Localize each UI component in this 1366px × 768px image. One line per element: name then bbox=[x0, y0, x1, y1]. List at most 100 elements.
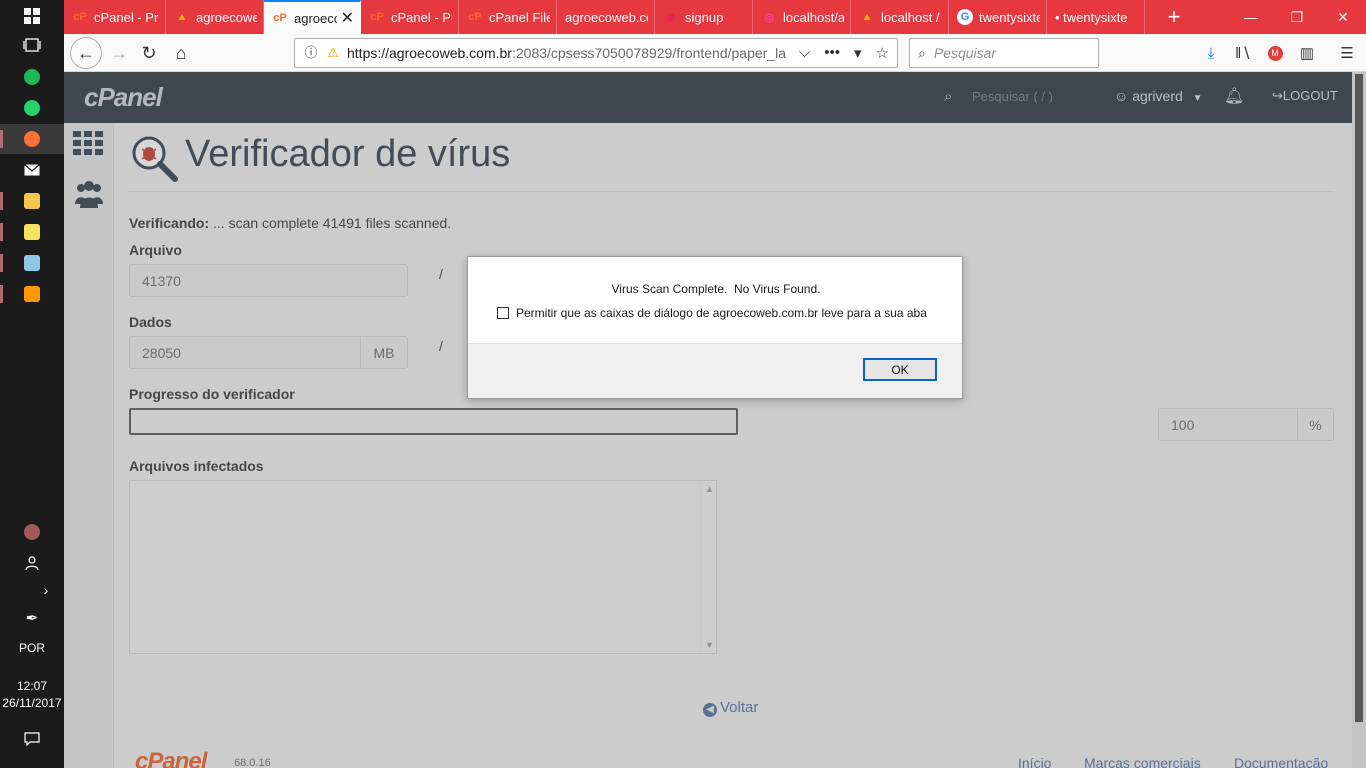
taskbar-whatsapp[interactable] bbox=[0, 93, 64, 123]
tab-label: agroecc bbox=[294, 10, 337, 26]
tab-3[interactable]: cP cPanel - Pr bbox=[361, 0, 459, 34]
page-actions-icon[interactable]: ••• bbox=[824, 44, 840, 62]
taskbar-explorer[interactable] bbox=[0, 186, 64, 216]
minimize-button[interactable]: — bbox=[1228, 0, 1274, 34]
taskbar-mail[interactable] bbox=[0, 155, 64, 185]
clock-date[interactable]: 26/11/2017 bbox=[0, 696, 64, 710]
close-window-button[interactable]: ✕ bbox=[1320, 0, 1366, 34]
tab-2-active[interactable]: cP agroecc ✕ bbox=[264, 0, 361, 34]
library-button[interactable]: ‖∖ bbox=[1232, 42, 1254, 64]
checkbox-box[interactable] bbox=[497, 307, 509, 319]
downloads-button[interactable]: ⤓ bbox=[1200, 42, 1222, 64]
url-bar[interactable]: ⓘ ⚠ https://agroecoweb.com.br:2083/cpses… bbox=[294, 38, 898, 68]
tab-label: cPanel - Pr bbox=[391, 9, 452, 25]
taskbar-sticky-notes[interactable] bbox=[0, 217, 64, 247]
arrow-left-icon: ← bbox=[77, 42, 95, 63]
extension-button[interactable]: M bbox=[1264, 42, 1286, 64]
firefox-icon bbox=[24, 131, 40, 147]
cpanel-icon: cP bbox=[73, 11, 87, 23]
close-tab-icon[interactable]: ✕ bbox=[341, 8, 354, 28]
notification-icon bbox=[24, 732, 40, 746]
cpanel-icon: cP bbox=[370, 11, 384, 23]
taskbar-show-hidden-icons[interactable]: › bbox=[0, 575, 64, 605]
url-path: :2083/cpsess7050078929/frontend/paper_la bbox=[511, 45, 786, 61]
instagram-icon: ◎ bbox=[764, 11, 774, 24]
arrow-right-icon: → bbox=[110, 42, 128, 63]
tab-1[interactable]: ▲ agroecowe bbox=[166, 0, 264, 34]
action-center-button[interactable] bbox=[0, 724, 64, 754]
bookmark-star-icon[interactable]: ☆ bbox=[876, 44, 889, 62]
chevron-right-icon: › bbox=[43, 582, 49, 598]
tab-4[interactable]: cP cPanel File bbox=[459, 0, 557, 34]
info-icon[interactable]: ⓘ bbox=[303, 45, 319, 61]
navigation-toolbar: ← → ↻ ⌂ ⓘ ⚠ https://agroecoweb.com.br:20… bbox=[64, 34, 1366, 72]
dialog-message: Virus Scan Complete. No Virus Found. bbox=[611, 282, 821, 296]
forward-button[interactable]: → bbox=[104, 38, 134, 68]
taskbar-user-avatar[interactable] bbox=[0, 517, 64, 547]
close-icon: ✕ bbox=[1337, 8, 1349, 25]
tab-9[interactable]: Gtwentysixte bbox=[949, 0, 1047, 34]
plus-icon: + bbox=[1167, 4, 1181, 29]
tab-label: cPanel File bbox=[489, 9, 550, 25]
taskbar-sublime[interactable] bbox=[0, 279, 64, 309]
lock-warning-icon[interactable]: ⚠ bbox=[325, 45, 341, 61]
tab-label: cPanel - Pr bbox=[94, 9, 159, 25]
cpanel-icon: cP bbox=[273, 12, 287, 24]
input-language[interactable]: POR bbox=[0, 641, 64, 655]
ok-button[interactable]: OK bbox=[863, 358, 937, 381]
dialog-footer: OK bbox=[468, 343, 962, 398]
tab-7[interactable]: ◎ localhost/a bbox=[753, 0, 851, 34]
hamburger-icon: ☰ bbox=[1340, 45, 1354, 62]
warning-icon: ▲ bbox=[176, 11, 188, 23]
home-icon: ⌂ bbox=[175, 42, 187, 63]
restore-button[interactable]: ❐ bbox=[1274, 0, 1320, 34]
tab-label: agroecowe bbox=[196, 9, 257, 25]
tab-strip: cP cPanel - Pr ▲ agroecowe cP agroecc ✕ cP cP… bbox=[64, 0, 1366, 34]
windows-taskbar: › ✒ POR 12:07 26/11/2017 bbox=[0, 0, 64, 768]
warning-icon: ▲ bbox=[861, 11, 873, 23]
home-button[interactable]: ⌂ bbox=[166, 38, 196, 68]
minimize-icon: — bbox=[1244, 9, 1258, 25]
allow-dialogs-checkbox[interactable]: Permitir que as caixas de diálogo de agr… bbox=[497, 306, 927, 320]
people-icon bbox=[25, 556, 39, 571]
task-view-button[interactable] bbox=[0, 30, 64, 60]
whatsapp-icon bbox=[24, 100, 40, 116]
avatar bbox=[24, 524, 40, 540]
search-icon: ⌕ bbox=[918, 44, 926, 61]
tab-label: twentysixte bbox=[979, 9, 1040, 25]
modal-backdrop bbox=[64, 72, 1366, 768]
taskbar-pen[interactable]: ✒ bbox=[0, 603, 64, 633]
taskbar-firefox[interactable] bbox=[0, 124, 64, 154]
cpanel-icon: cP bbox=[468, 11, 482, 23]
checkbox-label: Permitir que as caixas de diálogo de agr… bbox=[516, 306, 927, 320]
new-tab-button[interactable]: + bbox=[1162, 0, 1186, 34]
tab-6[interactable]: ❀ signup bbox=[655, 0, 753, 34]
sticky-notes-icon bbox=[24, 224, 40, 240]
menu-button[interactable]: ☰ bbox=[1336, 42, 1358, 64]
clock-time[interactable]: 12:07 bbox=[0, 679, 64, 693]
download-icon: ⤓ bbox=[1207, 44, 1215, 62]
chevron-down-icon[interactable]: ⌵ bbox=[799, 44, 810, 62]
reload-button[interactable]: ↻ bbox=[134, 38, 164, 68]
start-button[interactable] bbox=[0, 1, 64, 31]
tab-label: localhost / bbox=[881, 9, 940, 25]
tab-0[interactable]: cP cPanel - Pr bbox=[64, 0, 166, 34]
sidebar-button[interactable]: ▥ bbox=[1296, 42, 1318, 64]
windows-logo-icon bbox=[24, 8, 40, 24]
tab-5[interactable]: agroecoweb.co bbox=[557, 0, 655, 34]
library-icon: ‖∖ bbox=[1235, 45, 1251, 62]
back-button[interactable]: ← bbox=[70, 37, 102, 69]
folder-icon bbox=[24, 193, 40, 209]
search-bar[interactable]: ⌕ Pesquisar bbox=[909, 38, 1099, 68]
tab-8[interactable]: ▲ localhost / bbox=[851, 0, 949, 34]
tab-10[interactable]: • twentysixte bbox=[1047, 0, 1145, 34]
sidebar-icon: ▥ bbox=[1299, 45, 1315, 62]
signup-icon: ❀ bbox=[666, 11, 676, 24]
taskbar-notepad[interactable] bbox=[0, 248, 64, 278]
taskbar-spotify[interactable] bbox=[0, 62, 64, 92]
pocket-icon[interactable]: ▾ bbox=[854, 44, 862, 62]
taskbar-people[interactable] bbox=[0, 548, 64, 578]
pen-icon: ✒ bbox=[25, 610, 39, 627]
web-page: cPanel ⌕ Pesquisar ( / ) ☺ agriverd ▼ 🔔︎… bbox=[64, 72, 1366, 768]
tab-label: localhost/a bbox=[783, 9, 844, 25]
